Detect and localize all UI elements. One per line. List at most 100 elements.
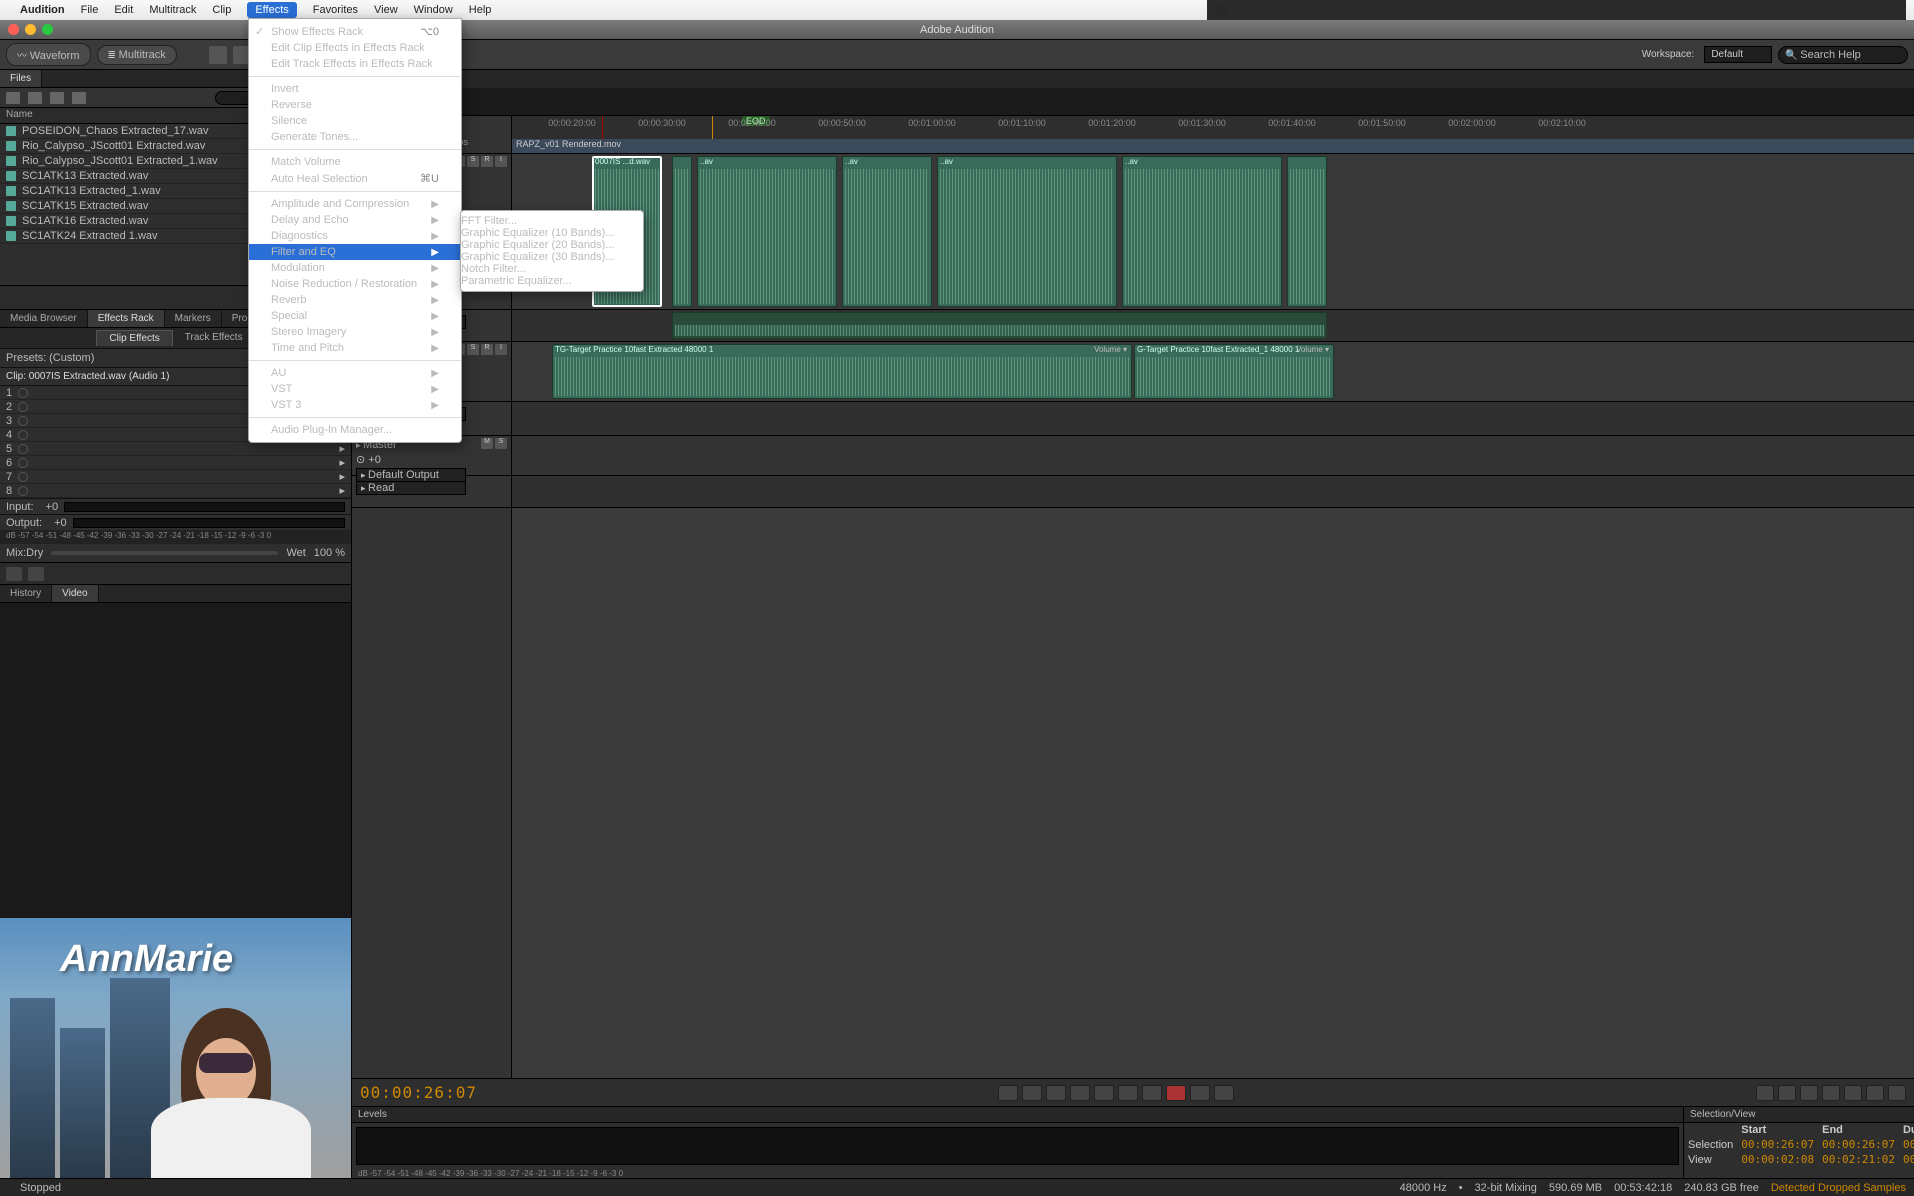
zoom-in-v-icon[interactable] xyxy=(1844,1085,1862,1101)
go-start-button[interactable] xyxy=(1070,1085,1090,1101)
menu-window[interactable]: Window xyxy=(414,4,453,16)
apply-icon[interactable] xyxy=(28,567,44,581)
tab-media-browser[interactable]: Media Browser xyxy=(0,310,88,327)
monitor-button[interactable]: I xyxy=(495,344,507,355)
power-icon[interactable] xyxy=(18,402,28,412)
new-file-icon[interactable] xyxy=(28,92,42,104)
power-icon[interactable] xyxy=(18,444,28,454)
zoom-reset-icon[interactable] xyxy=(1888,1085,1906,1101)
track-lane[interactable] xyxy=(512,402,1914,436)
zoom-full-icon[interactable] xyxy=(1800,1085,1818,1101)
menu-geq-30[interactable]: Graphic Equalizer (30 Bands)... xyxy=(461,251,643,263)
menu-time-pitch[interactable]: Time and Pitch▶ xyxy=(249,340,461,356)
menu-parametric-eq[interactable]: Parametric Equalizer... xyxy=(461,275,643,287)
pause-button[interactable] xyxy=(1046,1085,1066,1101)
audio-clip[interactable]: TG-Target Practice 10fast Extracted 4800… xyxy=(552,344,1132,399)
minimize-button[interactable] xyxy=(25,24,36,35)
fx-slot[interactable]: 7▸ xyxy=(0,470,351,484)
track-lane[interactable] xyxy=(512,436,1914,476)
multitrack-mode-button[interactable]: ≣ Multitrack xyxy=(97,45,177,65)
tool-icon[interactable] xyxy=(209,46,227,64)
fx-slot[interactable]: 5▸ xyxy=(0,442,351,456)
power-icon[interactable] xyxy=(6,567,22,581)
audio-clip[interactable] xyxy=(672,156,692,307)
zoom-sel-icon[interactable] xyxy=(1822,1085,1840,1101)
zoom-button[interactable] xyxy=(42,24,53,35)
menu-help[interactable]: Help xyxy=(469,4,492,16)
menu-filter-eq[interactable]: Filter and EQ▶ xyxy=(249,244,461,260)
fx-slot[interactable]: 8▸ xyxy=(0,484,351,498)
audio-clip[interactable]: G-Target Practice 10fast Extracted_1 480… xyxy=(1134,344,1334,399)
menu-delay[interactable]: Delay and Echo▶ xyxy=(249,212,461,228)
tab-track-effects[interactable]: Track Effects xyxy=(173,330,255,346)
menu-geq-20[interactable]: Graphic Equalizer (20 Bands)... xyxy=(461,239,643,251)
stop-button[interactable] xyxy=(998,1085,1018,1101)
menu-fft-filter[interactable]: FFT Filter... xyxy=(461,215,643,227)
audio-clip[interactable]: ..av xyxy=(697,156,837,307)
play-button[interactable] xyxy=(1022,1085,1042,1101)
solo-button[interactable]: S xyxy=(467,156,479,167)
power-icon[interactable] xyxy=(18,416,28,426)
tab-history[interactable]: History xyxy=(0,585,52,602)
menu-match-volume[interactable]: Match Volume xyxy=(249,154,461,170)
close-file-icon[interactable] xyxy=(72,92,86,104)
menu-clip[interactable]: Clip xyxy=(212,4,231,16)
menu-edit-clip-effects[interactable]: Edit Clip Effects in Effects Rack xyxy=(249,40,461,56)
audio-clip[interactable] xyxy=(672,312,1327,339)
power-icon[interactable] xyxy=(18,388,28,398)
menu-app[interactable]: Audition xyxy=(20,4,65,16)
go-end-button[interactable] xyxy=(1142,1085,1162,1101)
tab-files[interactable]: Files xyxy=(0,70,42,87)
menu-edit[interactable]: Edit xyxy=(114,4,133,16)
zoom-out-v-icon[interactable] xyxy=(1866,1085,1884,1101)
monitor-button[interactable]: I xyxy=(495,156,507,167)
power-icon[interactable] xyxy=(18,430,28,440)
audio-clip[interactable] xyxy=(1287,156,1327,307)
audio-clip[interactable]: ..av xyxy=(937,156,1117,307)
menu-amplitude[interactable]: Amplitude and Compression▶ xyxy=(249,196,461,212)
power-icon[interactable] xyxy=(18,486,28,496)
tab-clip-effects[interactable]: Clip Effects xyxy=(96,330,172,346)
import-icon[interactable] xyxy=(50,92,64,104)
solo-button[interactable]: S xyxy=(467,344,479,355)
search-help-input[interactable]: 🔍 Search Help xyxy=(1778,46,1908,64)
waveform-mode-button[interactable]: 〰 Waveform xyxy=(6,43,91,66)
fx-slot[interactable]: 6▸ xyxy=(0,456,351,470)
track-lane[interactable]: TG-Target Practice 10fast Extracted 4800… xyxy=(512,342,1914,402)
menu-reverb[interactable]: Reverb▶ xyxy=(249,292,461,308)
menu-notch-filter[interactable]: Notch Filter... xyxy=(461,263,643,275)
track-header[interactable]: ▸ Read xyxy=(352,476,511,508)
track-lane[interactable]: 0007IS ...d.wav ..av ..av ..av ..av xyxy=(512,154,1914,310)
track-lane[interactable] xyxy=(512,476,1914,508)
menu-plugin-manager[interactable]: Audio Plug-In Manager... xyxy=(249,422,461,438)
timeline-ruler[interactable]: 23.976 fps EOD 00:00:20:00 00:00:30:00 0… xyxy=(352,116,1914,154)
record-button[interactable]: R xyxy=(481,344,493,355)
track-lane[interactable] xyxy=(512,310,1914,342)
tab-effects-rack[interactable]: Effects Rack xyxy=(88,310,165,327)
open-file-icon[interactable] xyxy=(6,92,20,104)
rewind-button[interactable] xyxy=(1094,1085,1114,1101)
audio-clip[interactable]: ..av xyxy=(842,156,932,307)
menu-show-effects-rack[interactable]: ✓Show Effects Rack⌥0 xyxy=(249,23,461,40)
mute-button[interactable]: M xyxy=(481,438,493,449)
close-button[interactable] xyxy=(8,24,19,35)
power-icon[interactable] xyxy=(18,472,28,482)
menu-effects[interactable]: Effects xyxy=(247,2,296,18)
tab-video[interactable]: Video xyxy=(52,585,98,602)
menu-vst[interactable]: VST▶ xyxy=(249,381,461,397)
menu-diagnostics[interactable]: Diagnostics▶ xyxy=(249,228,461,244)
menu-favorites[interactable]: Favorites xyxy=(313,4,358,16)
mix-slider[interactable] xyxy=(51,551,278,555)
workspace-select[interactable]: Default xyxy=(1704,46,1772,63)
menu-stereo-imagery[interactable]: Stereo Imagery▶ xyxy=(249,324,461,340)
menu-view[interactable]: View xyxy=(374,4,398,16)
menu-multitrack[interactable]: Multitrack xyxy=(149,4,196,16)
solo-button[interactable]: S xyxy=(495,438,507,449)
menu-vst3[interactable]: VST 3▶ xyxy=(249,397,461,413)
menu-modulation[interactable]: Modulation▶ xyxy=(249,260,461,276)
zoom-out-icon[interactable] xyxy=(1778,1085,1796,1101)
tab-markers[interactable]: Markers xyxy=(165,310,222,327)
zoom-in-icon[interactable] xyxy=(1756,1085,1774,1101)
audio-clip[interactable]: ..av xyxy=(1122,156,1282,307)
automation-select[interactable]: ▸ Read xyxy=(356,481,466,495)
